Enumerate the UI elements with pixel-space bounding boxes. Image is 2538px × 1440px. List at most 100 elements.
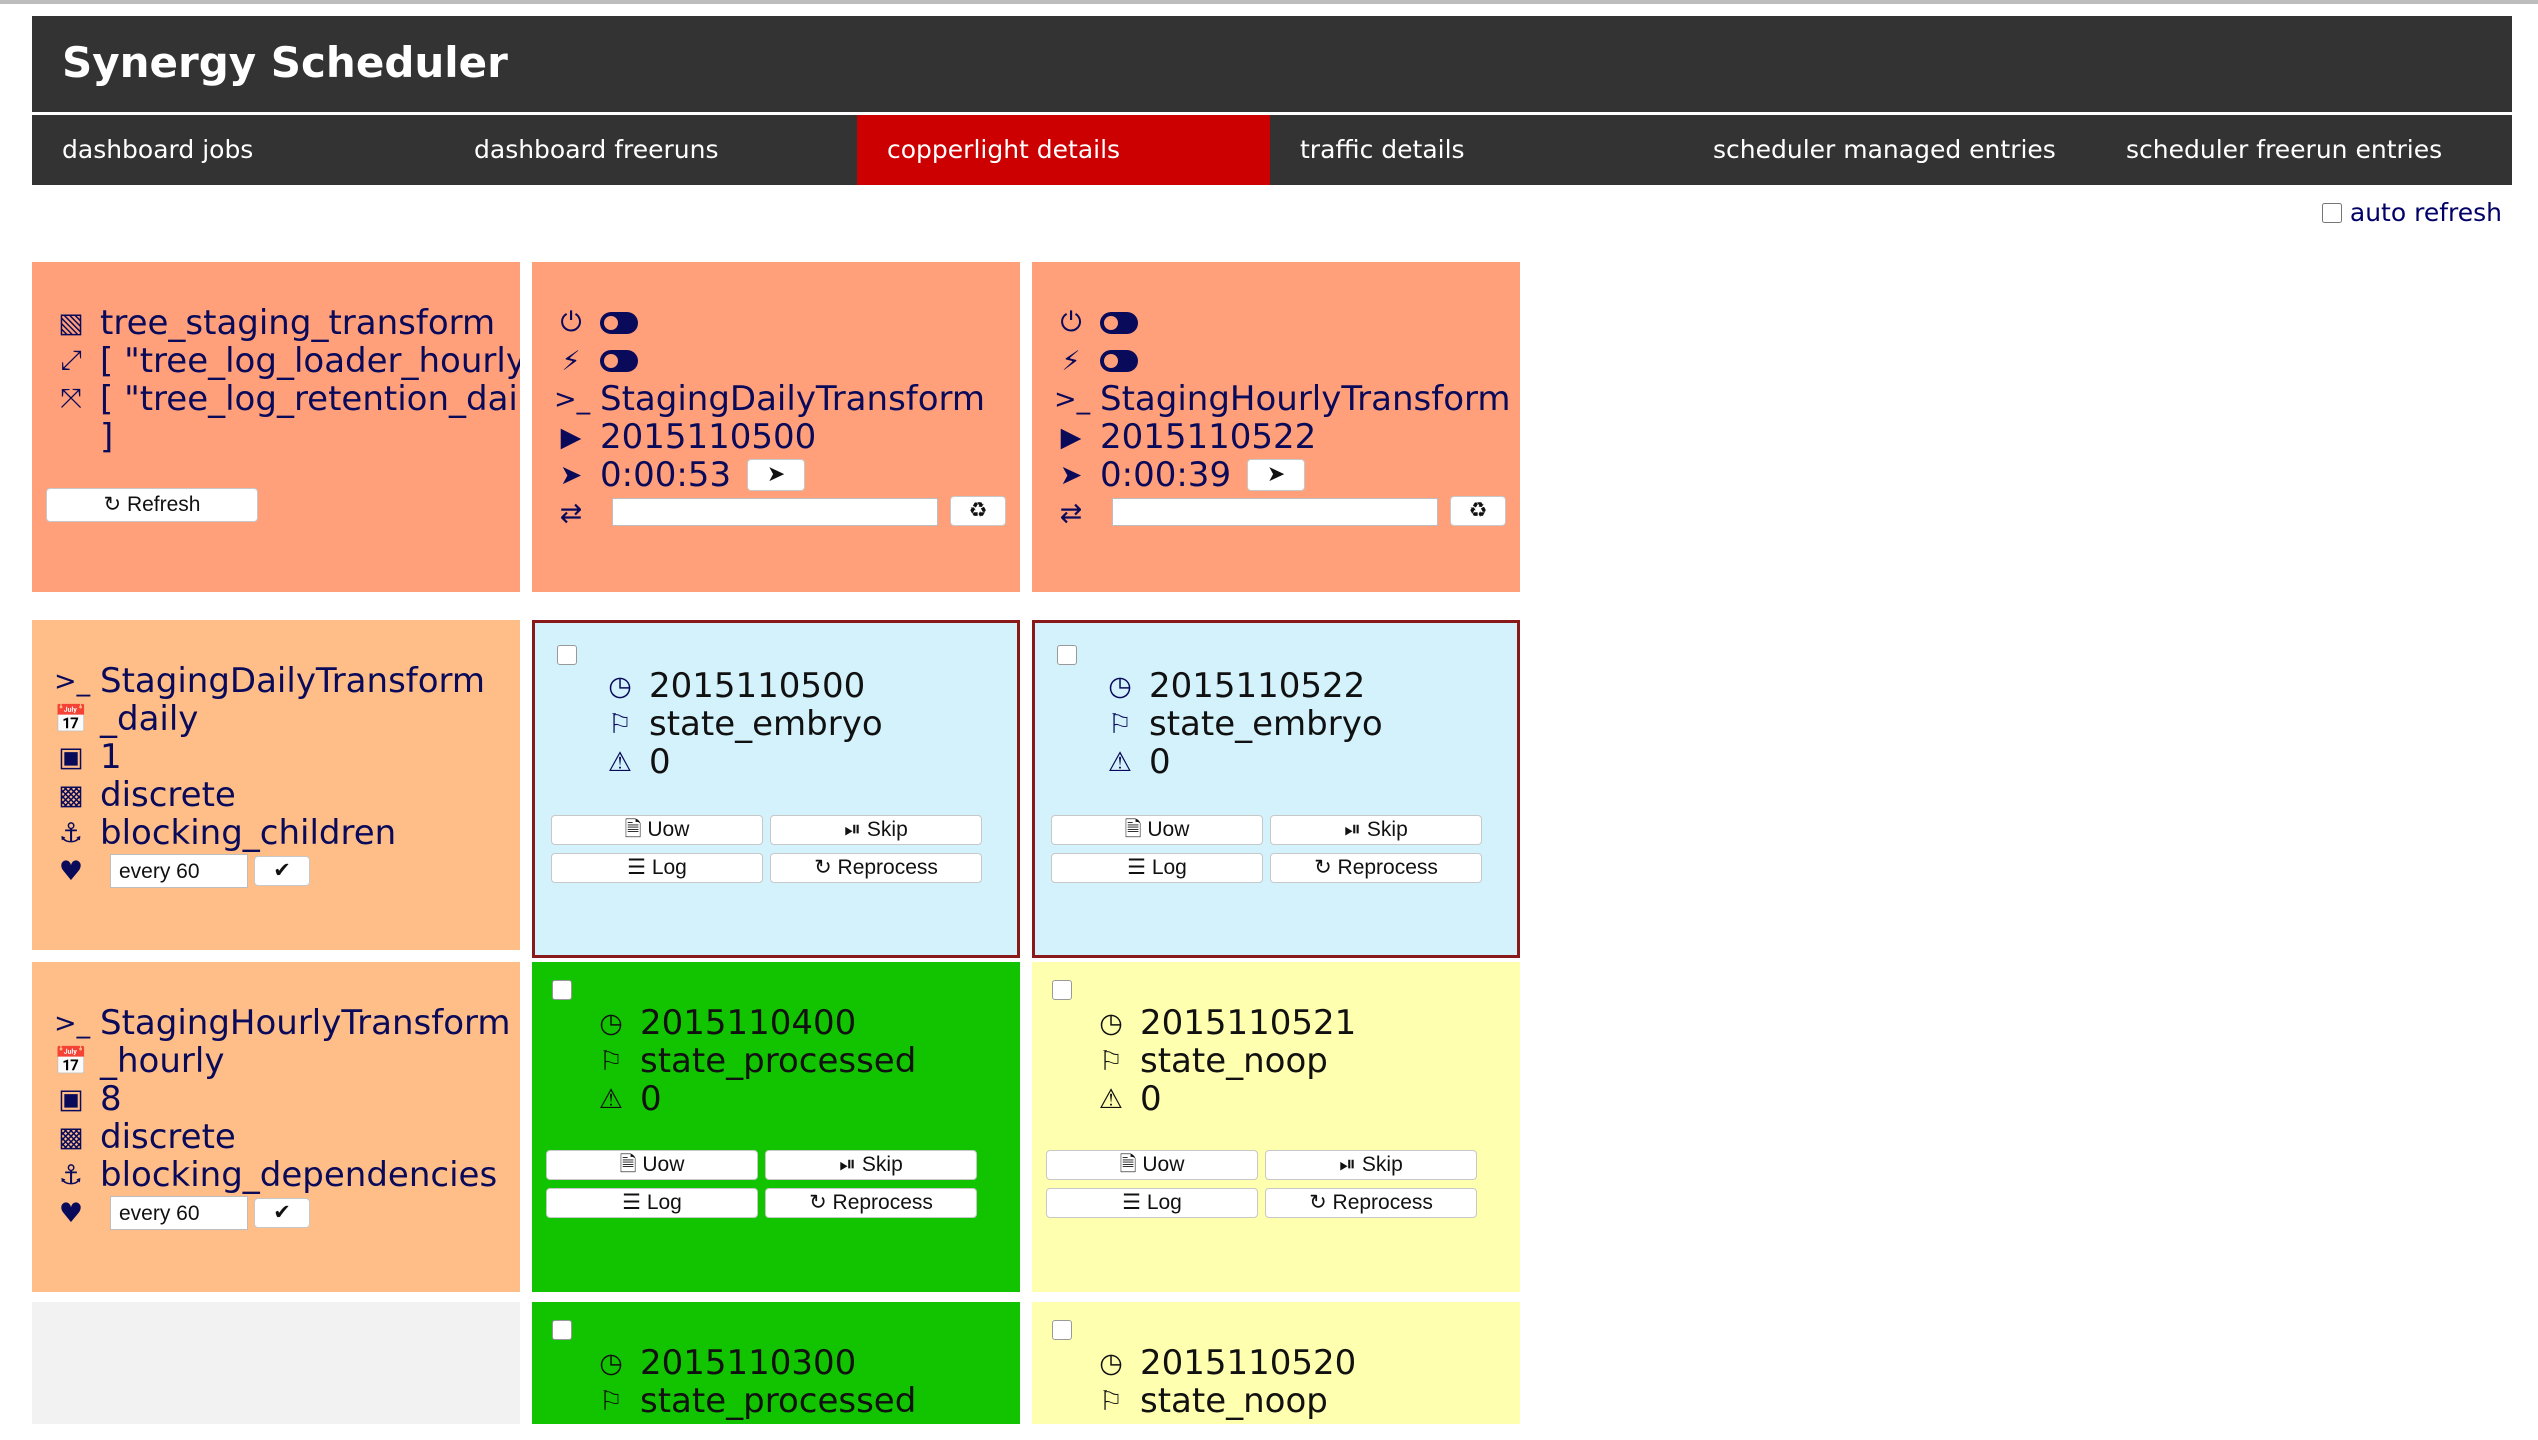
job-select-checkbox[interactable] [552, 980, 572, 1000]
nav-scheduler-managed-entries[interactable]: scheduler managed entries [1683, 115, 2096, 185]
refresh-button[interactable]: ↻ Refresh [46, 488, 258, 522]
detail-blocking: blocking_dependencies [100, 1155, 498, 1195]
job-failures: 0 [649, 742, 671, 782]
bolt-icon: ⚡ [1061, 345, 1081, 377]
job-card[interactable]: ◷ 2015110300 ⚐ state_processed [532, 1302, 1020, 1424]
job-timeperiod: 2015110521 [1140, 1003, 1357, 1043]
rocket-icon: ➤ [559, 459, 583, 491]
puzzle-icon: ▩ [58, 779, 84, 811]
job-card[interactable]: ◷ 2015110521 ⚐ state_noop ⚠ 0 🗎 Uow ⏯ Sk… [1032, 962, 1520, 1292]
redo-icon: ↻ [1309, 1191, 1327, 1214]
skip-button[interactable]: ⏯ Skip [770, 815, 982, 845]
send-button[interactable]: ➤ [747, 459, 806, 491]
process-enabled-toggle[interactable] [600, 312, 638, 334]
detail-kind: discrete [100, 1117, 236, 1157]
skip-button[interactable]: ⏯ Skip [1270, 815, 1482, 845]
app-title: Synergy Scheduler [62, 38, 508, 87]
tree-closing-bracket: ] [100, 417, 114, 457]
process-detail-card: >_ StagingDailyTransform 📅 _daily ▣ 1 ▩ … [32, 620, 520, 950]
job-card[interactable]: ◷ 2015110522 ⚐ state_embryo ⚠ 0 🗎 Uow ⏯ … [1032, 620, 1520, 958]
flag-icon: ⚐ [1107, 708, 1133, 740]
retweet-icon: ⇄ [559, 497, 583, 529]
process-input[interactable] [1112, 498, 1438, 526]
nav-dashboard-freeruns[interactable]: dashboard freeruns [444, 115, 857, 185]
job-state: state_processed [640, 1381, 917, 1421]
detail-time-qualifier: _daily [100, 699, 199, 739]
job-card[interactable]: ◷ 2015110400 ⚐ state_processed ⚠ 0 🗎 Uow… [532, 962, 1020, 1292]
process-trigger-toggle[interactable] [600, 350, 638, 372]
list-icon: ☰ [622, 1191, 641, 1214]
flag-icon: ⚐ [598, 1045, 624, 1077]
reprocess-button[interactable]: ↻ Reprocess [1270, 853, 1482, 883]
job-state: state_embryo [649, 704, 883, 744]
recycle-button[interactable]: ♻ [950, 496, 1006, 526]
interval-input[interactable]: every 60 [110, 854, 248, 888]
job-state: state_processed [640, 1041, 917, 1081]
process-duration: 0:00:53 [600, 455, 732, 495]
reprocess-button[interactable]: ↻ Reprocess [1265, 1188, 1477, 1218]
power-icon: ⏻ [1060, 307, 1082, 338]
warning-icon: ⚠ [1107, 746, 1133, 778]
warning-icon: ⚠ [598, 1083, 624, 1115]
skip-button[interactable]: ⏯ Skip [1265, 1150, 1477, 1180]
uow-button[interactable]: 🗎 Uow [546, 1150, 758, 1180]
nav-scheduler-freerun-entries[interactable]: scheduler freerun entries [2096, 115, 2512, 185]
reprocess-button[interactable]: ↻ Reprocess [765, 1188, 977, 1218]
job-select-checkbox[interactable] [1057, 645, 1077, 665]
log-button[interactable]: ☰ Log [546, 1188, 758, 1218]
nav-dashboard-jobs[interactable]: dashboard jobs [32, 115, 444, 185]
calendar-icon: 📅 [54, 704, 88, 735]
process-card: ⏻ ⚡ >_ StagingDailyTransform ▶ 201511050… [532, 262, 1020, 592]
anchor-icon: ⚓ [58, 817, 84, 849]
file-icon: 🗎 [1124, 818, 1142, 841]
uow-button[interactable]: 🗎 Uow [1051, 815, 1263, 845]
auto-refresh-checkbox[interactable] [2321, 202, 2342, 223]
job-timeperiod: 2015110400 [640, 1003, 857, 1043]
process-trigger-toggle[interactable] [1100, 350, 1138, 372]
job-select-checkbox[interactable] [552, 1320, 572, 1340]
file-icon: 🗎 [619, 1153, 637, 1176]
tree-dependant-trees: [ "tree_log_retention_daily" [100, 379, 520, 419]
flag-icon: ⚐ [607, 708, 633, 740]
puzzle-icon: ▩ [58, 1121, 84, 1153]
job-failures: 0 [640, 1079, 662, 1119]
bolt-icon: ⚡ [561, 345, 581, 377]
detail-kind: discrete [100, 775, 236, 815]
list-icon: ☰ [627, 856, 646, 879]
retweet-icon: ⇄ [1059, 497, 1083, 529]
process-name: StagingHourlyTransform [1100, 379, 1511, 419]
uow-button[interactable]: 🗎 Uow [1046, 1150, 1258, 1180]
job-state: state_noop [1140, 1041, 1328, 1081]
job-select-checkbox[interactable] [557, 645, 577, 665]
paper-plane-icon: ➤ [1266, 462, 1286, 487]
log-button[interactable]: ☰ Log [1046, 1188, 1258, 1218]
skip-button[interactable]: ⏯ Skip [765, 1150, 977, 1180]
log-button[interactable]: ☰ Log [1051, 853, 1263, 883]
job-select-checkbox[interactable] [1052, 980, 1072, 1000]
process-input[interactable] [612, 498, 938, 526]
send-button[interactable]: ➤ [1247, 459, 1306, 491]
step-forward-icon: ⏯ [1339, 1153, 1357, 1176]
detail-process-name: StagingDailyTransform [100, 661, 486, 701]
clock-icon: ◷ [1099, 1007, 1123, 1039]
job-select-checkbox[interactable] [1052, 1320, 1072, 1340]
tree-name: tree_staging_transform [100, 303, 496, 343]
apply-interval-button[interactable]: ✔ [254, 856, 310, 886]
detail-blocking: blocking_children [100, 813, 397, 853]
apply-interval-button[interactable]: ✔ [254, 1198, 310, 1228]
process-timeperiod: 2015110500 [600, 417, 817, 457]
nav-copperlight-details[interactable]: copperlight details [857, 115, 1270, 185]
job-card[interactable]: ◷ 2015110520 ⚐ state_noop [1032, 1302, 1520, 1424]
job-card[interactable]: ◷ 2015110500 ⚐ state_embryo ⚠ 0 🗎 Uow ⏯ … [532, 620, 1020, 958]
auto-refresh-control[interactable]: auto refresh [2321, 198, 2502, 227]
nav-traffic-details[interactable]: traffic details [1270, 115, 1683, 185]
terminal-icon: >_ [554, 383, 591, 415]
recycle-button[interactable]: ♻ [1450, 496, 1506, 526]
reprocess-button[interactable]: ↻ Reprocess [770, 853, 982, 883]
step-forward-icon: ⏯ [1344, 818, 1362, 841]
log-button[interactable]: ☰ Log [551, 853, 763, 883]
warning-icon: ⚠ [1098, 1083, 1124, 1115]
uow-button[interactable]: 🗎 Uow [551, 815, 763, 845]
interval-input[interactable]: every 60 [110, 1196, 248, 1230]
process-enabled-toggle[interactable] [1100, 312, 1138, 334]
